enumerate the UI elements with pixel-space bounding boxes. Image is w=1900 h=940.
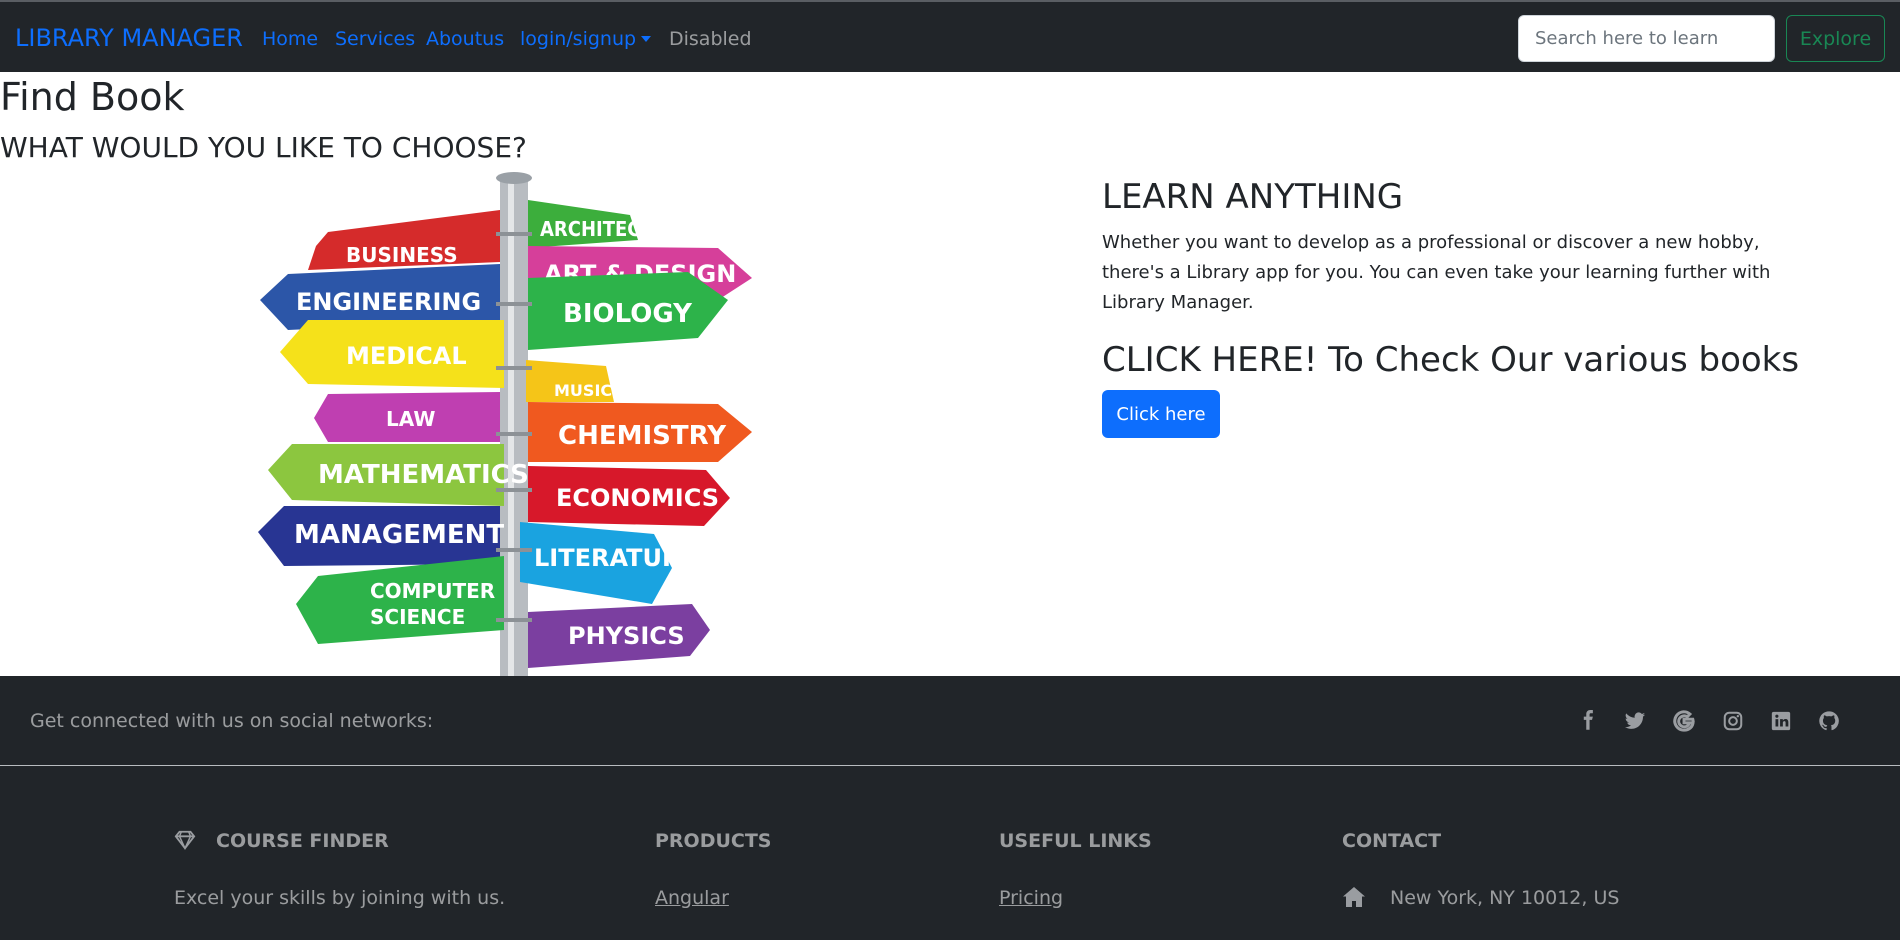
explore-button[interactable]: Explore — [1786, 15, 1885, 62]
sign-law: LAW — [314, 392, 500, 442]
sign-biology: BIOLOGY — [528, 272, 728, 350]
svg-text:MUSIC: MUSIC — [554, 381, 612, 400]
nav-services[interactable]: Services — [335, 27, 415, 51]
footer-useful-links-title: USEFUL LINKS — [999, 830, 1152, 852]
sign-literature: LITERATURE — [520, 522, 697, 604]
gem-icon — [174, 830, 196, 850]
sign-mathematics: MATHEMATICS — [268, 444, 529, 506]
chevron-down-icon — [641, 36, 652, 42]
svg-text:MEDICAL: MEDICAL — [346, 342, 467, 370]
learn-description: Whether you want to develop as a profess… — [1102, 232, 1771, 313]
navbar: LIBRARY MANAGER Home Services Aboutus lo… — [0, 0, 1900, 72]
svg-text:LITERATURE: LITERATURE — [534, 544, 697, 572]
brand-link[interactable]: LIBRARY MANAGER — [15, 24, 243, 52]
footer: COURSE FINDER Excel your skills by joini… — [0, 766, 1900, 940]
sign-business: BUSINESS — [308, 210, 500, 270]
sign-management: MANAGEMENT — [258, 506, 504, 566]
footer-company-title: COURSE FINDER — [216, 830, 389, 852]
nav-home[interactable]: Home — [262, 27, 318, 51]
footer-company-text: Excel your skills by joining with us. — [174, 887, 506, 909]
github-icon[interactable] — [1818, 710, 1840, 732]
google-icon[interactable] — [1673, 710, 1695, 732]
svg-text:SCIENCE: SCIENCE — [370, 605, 465, 629]
svg-text:ENGINEERING: ENGINEERING — [296, 288, 481, 316]
click-here-button[interactable]: Click here — [1102, 390, 1220, 438]
sign-computer-science: COMPUTER SCIENCE — [296, 556, 504, 644]
footer-contact-title: CONTACT — [1342, 830, 1442, 852]
svg-text:CHEMISTRY: CHEMISTRY — [558, 421, 727, 451]
instagram-icon[interactable] — [1722, 710, 1744, 732]
facebook-icon[interactable] — [1577, 710, 1599, 732]
sign-music: MUSIC — [526, 360, 614, 402]
nav-login-label: login/signup — [520, 28, 637, 50]
sign-medical: MEDICAL — [280, 320, 504, 388]
page-title: Find Book — [0, 75, 185, 119]
nav-login-dropdown[interactable]: login/signup — [520, 27, 652, 51]
svg-text:BIOLOGY: BIOLOGY — [563, 299, 693, 329]
social-text: Get connected with us on social networks… — [30, 710, 434, 732]
footer-link-angular[interactable]: Angular — [655, 886, 729, 910]
sign-chemistry: CHEMISTRY — [528, 402, 752, 462]
sign-physics: PHYSICS — [528, 604, 710, 668]
twitter-icon[interactable] — [1624, 710, 1646, 732]
svg-text:ARCHITECTURE: ARCHITECTURE — [540, 217, 694, 241]
nav-aboutus[interactable]: Aboutus — [426, 27, 504, 51]
sign-economics: ECONOMICS — [528, 466, 730, 526]
nav-disabled: Disabled — [669, 28, 752, 50]
svg-text:PHYSICS: PHYSICS — [568, 622, 685, 650]
svg-text:COMPUTER: COMPUTER — [370, 579, 495, 603]
cta-title: CLICK HERE! To Check Our various books — [1102, 340, 1800, 380]
learn-title: LEARN ANYTHING — [1102, 177, 1404, 217]
footer-link-pricing[interactable]: Pricing — [999, 886, 1063, 910]
subject-signpost-image: ARCHITECTURE ART & DESIGN BIOLOGY MUSIC … — [258, 172, 752, 676]
svg-text:ECONOMICS: ECONOMICS — [556, 484, 719, 512]
linkedin-icon[interactable] — [1770, 710, 1792, 732]
page-subtitle: WHAT WOULD YOU LIKE TO CHOOSE? — [0, 131, 527, 164]
home-icon — [1343, 887, 1365, 907]
footer-contact-address: New York, NY 10012, US — [1390, 887, 1620, 909]
social-bar: Get connected with us on social networks… — [0, 676, 1900, 766]
svg-text:LAW: LAW — [386, 407, 435, 431]
footer-products-title: PRODUCTS — [655, 830, 772, 852]
svg-text:BUSINESS: BUSINESS — [346, 243, 458, 267]
search-input[interactable] — [1518, 15, 1775, 62]
signpost-cap — [496, 172, 532, 184]
sign-architecture: ARCHITECTURE — [528, 200, 694, 248]
svg-text:MATHEMATICS: MATHEMATICS — [318, 460, 529, 490]
svg-text:MANAGEMENT: MANAGEMENT — [294, 520, 504, 550]
